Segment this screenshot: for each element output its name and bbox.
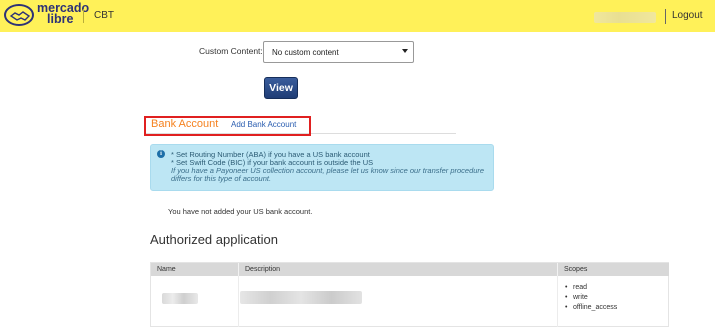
blurred-username <box>594 12 656 23</box>
column-separator <box>557 276 558 327</box>
info-icon: i <box>157 150 165 158</box>
view-button[interactable]: View <box>264 77 298 99</box>
column-header-scopes: Scopes <box>557 263 669 276</box>
info-box: i * Set Routing Number (ABA) if you have… <box>150 144 494 191</box>
logout-divider <box>665 9 666 24</box>
column-header-description: Description <box>238 263 557 276</box>
logo-line2: libre <box>47 12 74 26</box>
scope-item: read <box>563 283 617 293</box>
scope-item: write <box>563 293 617 303</box>
scopes-list: read write offline_access <box>563 283 617 313</box>
blurred-app-description <box>240 291 362 304</box>
custom-content-select[interactable]: No custom content <box>263 41 414 63</box>
info-line: differs for this type of account. <box>171 174 272 183</box>
logout-link[interactable]: Logout <box>672 10 703 21</box>
handshake-icon <box>4 4 34 26</box>
custom-content-value: No custom content <box>272 48 339 57</box>
site-label: CBT <box>94 10 114 21</box>
column-separator <box>238 276 239 327</box>
blurred-app-name <box>162 293 198 304</box>
authorized-app-title: Authorized application <box>150 232 278 247</box>
column-header-name: Name <box>151 263 238 276</box>
no-bank-message: You have not added your US bank account. <box>168 207 313 216</box>
scope-item: offline_access <box>563 303 617 313</box>
highlight-box <box>144 116 311 136</box>
custom-content-label: Custom Content: <box>199 46 263 56</box>
mercadolibre-logo[interactable]: mercado libre <box>4 2 89 29</box>
chevron-down-icon <box>402 49 408 53</box>
logo-text: mercado libre <box>37 2 89 26</box>
authorized-app-table: Name Description Scopes read write offli… <box>150 262 669 327</box>
top-bar: mercado libre CBT Logout <box>0 0 715 32</box>
header-divider <box>83 9 84 23</box>
